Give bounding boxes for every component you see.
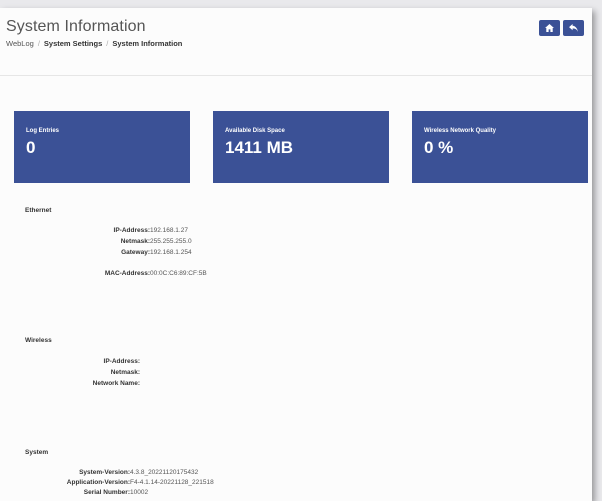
ethernet-ip-label: IP-Address: <box>113 227 150 234</box>
wireless-netmask-label: Netmask: <box>110 369 140 376</box>
breadcrumb-separator: / <box>37 39 40 48</box>
card-value: 0 % <box>424 138 454 157</box>
breadcrumb-weblog[interactable]: WebLog <box>6 39 34 48</box>
system-version-row: System-Version:4.3.8_20221120175432 <box>20 469 198 476</box>
wireless-netmask-row: Netmask: <box>60 369 140 376</box>
card-label: Wireless Network Quality <box>424 128 496 134</box>
ethernet-netmask-value: 255.255.255.0 <box>150 238 192 245</box>
ethernet-gateway-row: Gateway:192.168.1.254 <box>60 249 192 256</box>
card-value: 1411 MB <box>225 138 294 157</box>
app-version-row: Application-Version:F4-4.1.14-20221128_2… <box>20 479 214 486</box>
header-buttons <box>539 20 584 36</box>
ethernet-ip-value: 192.168.1.27 <box>150 227 188 234</box>
home-button[interactable] <box>539 20 560 36</box>
wireless-ip-label: IP-Address: <box>103 358 140 365</box>
system-section-title: System <box>25 449 49 456</box>
wireless-quality-card: Wireless Network Quality 0 % <box>412 111 588 183</box>
ethernet-mac-value: 00:0C:C6:89:CF:5B <box>150 270 207 277</box>
ethernet-section-title: Ethernet <box>25 207 52 214</box>
page: System Information WebLog / System Setting… <box>0 8 592 501</box>
card-value: 0 <box>26 138 36 157</box>
back-button[interactable] <box>563 20 584 36</box>
page-title: System Information <box>6 18 146 35</box>
wireless-network-row: Network Name: <box>60 380 140 387</box>
wireless-network-label: Network Name: <box>92 380 140 387</box>
ethernet-mac-label: MAC-Address: <box>104 270 150 277</box>
ethernet-netmask-row: Netmask:255.255.255.0 <box>60 238 192 245</box>
ethernet-gateway-value: 192.168.1.254 <box>150 249 192 256</box>
header-divider <box>0 75 592 76</box>
serial-number-label: Serial Number: <box>83 489 130 496</box>
card-label: Available Disk Space <box>225 128 285 134</box>
serial-number-value: 10002 <box>130 489 149 496</box>
breadcrumb: WebLog / System Settings / System Informatio… <box>6 39 584 48</box>
system-version-value: 4.3.8_20221120175432 <box>130 469 199 476</box>
breadcrumb-separator: / <box>106 39 109 48</box>
page-header: System Information WebLog / System Setting… <box>6 18 584 48</box>
ethernet-netmask-label: Netmask: <box>120 238 150 245</box>
wireless-section-title: Wireless <box>25 337 52 344</box>
breadcrumb-system-settings[interactable]: System Settings <box>44 39 102 48</box>
back-icon <box>569 24 578 32</box>
app-version-value: F4-4.1.14-20221128_221518 <box>130 479 214 486</box>
wireless-ip-row: IP-Address: <box>60 358 140 365</box>
ethernet-mac-row: MAC-Address:00:0C:C6:89:CF:5B <box>60 270 207 277</box>
log-entries-card: Log Entries 0 <box>14 111 190 183</box>
home-icon <box>545 24 554 32</box>
ethernet-gateway-label: Gateway: <box>121 249 150 256</box>
breadcrumb-system-information: System Information <box>112 39 183 48</box>
serial-number-row: Serial Number:10002 <box>20 489 148 496</box>
card-label: Log Entries <box>26 128 60 134</box>
app-version-label: Application-Version: <box>66 479 130 486</box>
ethernet-ip-row: IP-Address:192.168.1.27 <box>60 227 188 234</box>
system-version-label: System-Version: <box>79 469 130 476</box>
disk-space-card: Available Disk Space 1411 MB <box>213 111 389 183</box>
